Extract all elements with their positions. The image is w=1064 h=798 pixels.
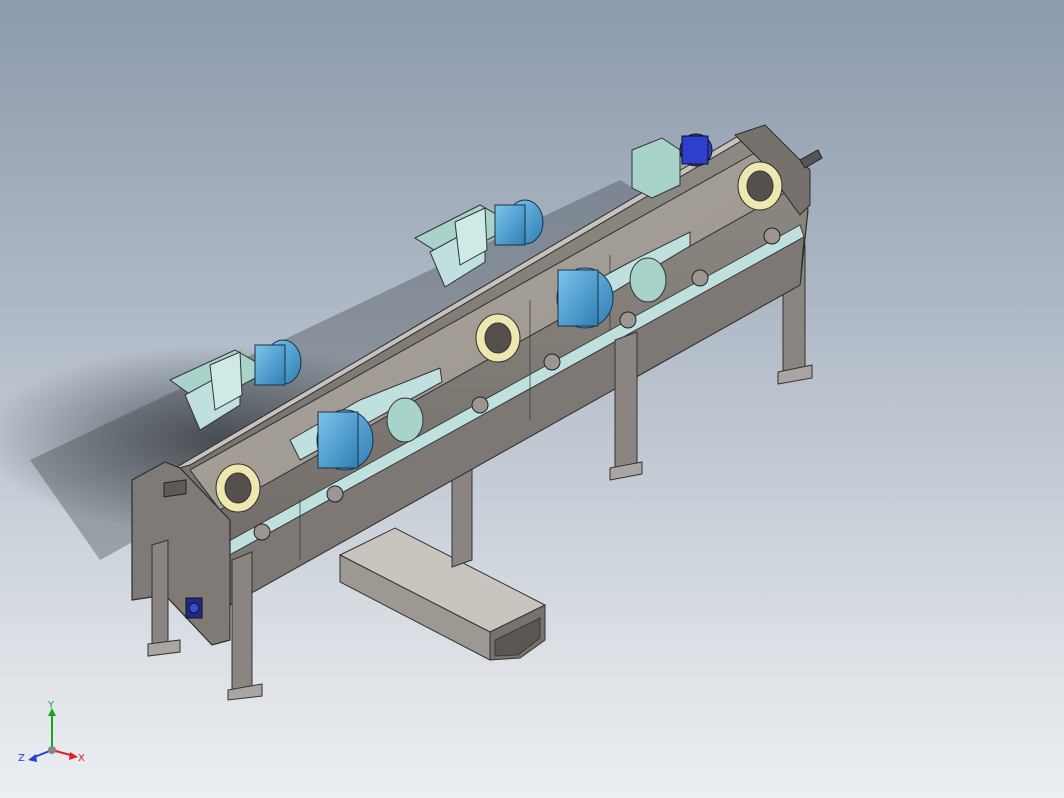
view-orientation-triad[interactable]: Y X Z [18,700,90,772]
cad-viewport[interactable]: Y X Z [0,0,1064,798]
y-axis-label: Y [47,700,55,711]
z-axis-label: Z [18,753,25,764]
triad-graphic: Y X Z [18,700,85,764]
conveyor-assembly-model[interactable] [0,0,1064,798]
porthole-rear [737,161,783,211]
porthole-front [215,463,261,513]
discharge-chute[interactable] [338,527,547,661]
x-axis-label: X [78,753,85,764]
porthole-middle [475,313,521,363]
